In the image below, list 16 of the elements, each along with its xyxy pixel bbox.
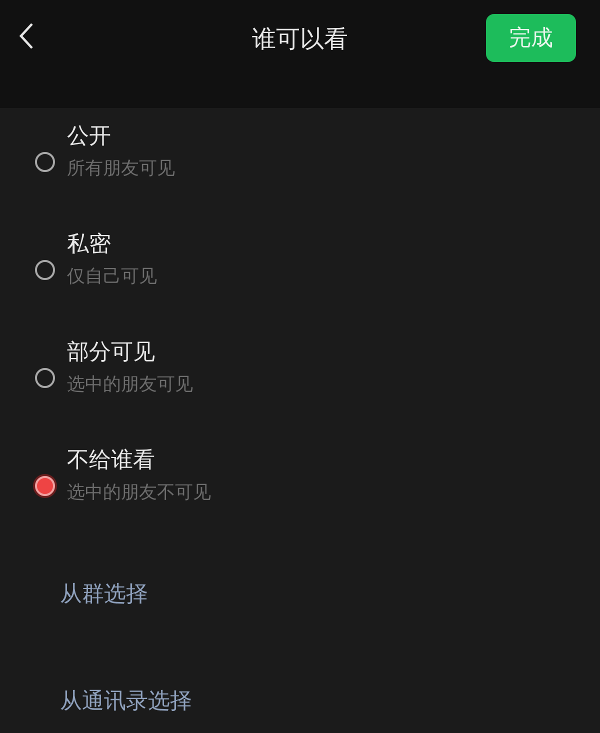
page-title: 谁可以看 [252, 24, 348, 55]
option-title: 部分可见 [67, 339, 155, 367]
select-link[interactable]: 从群选择 [60, 578, 148, 608]
option-title: 不给谁看 [67, 447, 155, 475]
option-description: 所有朋友可见 [67, 157, 175, 181]
option-description: 选中的朋友可见 [67, 373, 193, 397]
select-link[interactable]: 从通讯录选择 [60, 686, 192, 716]
option-description: 仅自己可见 [67, 265, 157, 289]
option-description: 选中的朋友不可见 [67, 481, 211, 505]
radio-button[interactable] [34, 152, 54, 172]
radio-button[interactable] [34, 368, 54, 388]
back-icon [18, 22, 34, 50]
option-title: 公开 [67, 123, 111, 151]
radio-button[interactable] [34, 260, 54, 280]
radio-button[interactable] [34, 476, 54, 496]
option-title: 私密 [67, 231, 111, 259]
